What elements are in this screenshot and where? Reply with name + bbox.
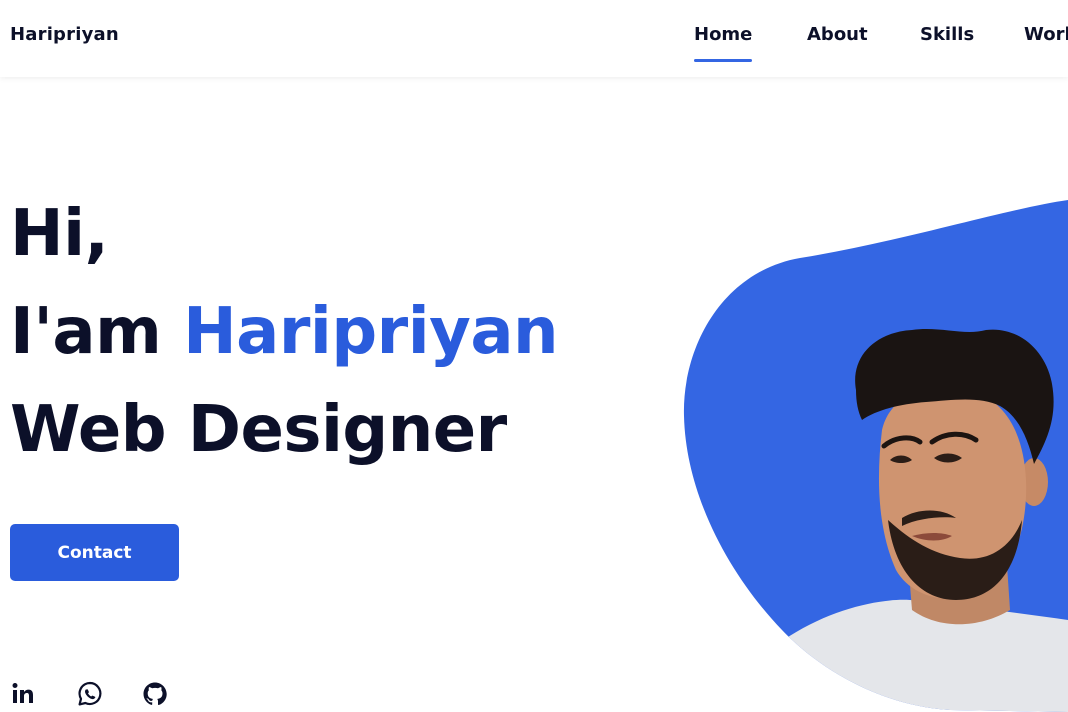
hero-illustration	[683, 200, 1068, 712]
nav-work[interactable]: Work	[1024, 24, 1068, 45]
nav-home[interactable]: Home	[694, 24, 753, 62]
github-icon[interactable]	[141, 680, 169, 708]
hero-intro: I'am Haripriyan	[10, 300, 559, 364]
hero-greeting: Hi,	[10, 197, 109, 271]
linkedin-icon[interactable]	[10, 680, 38, 708]
portfolio-page: Haripriyan Home About Skills Work Hi, I'…	[0, 0, 1068, 712]
hero-name: Haripriyan	[183, 295, 559, 369]
hero-role: Web Designer	[10, 393, 507, 467]
nav-about[interactable]: About	[807, 24, 868, 45]
hero-intro-prefix: I'am	[10, 295, 162, 369]
contact-button[interactable]: Contact	[10, 524, 179, 581]
nav-skills[interactable]: Skills	[920, 24, 974, 45]
whatsapp-icon[interactable]	[76, 680, 104, 708]
site-header: Haripriyan Home About Skills Work	[0, 0, 1068, 77]
site-logo[interactable]: Haripriyan	[10, 24, 119, 45]
